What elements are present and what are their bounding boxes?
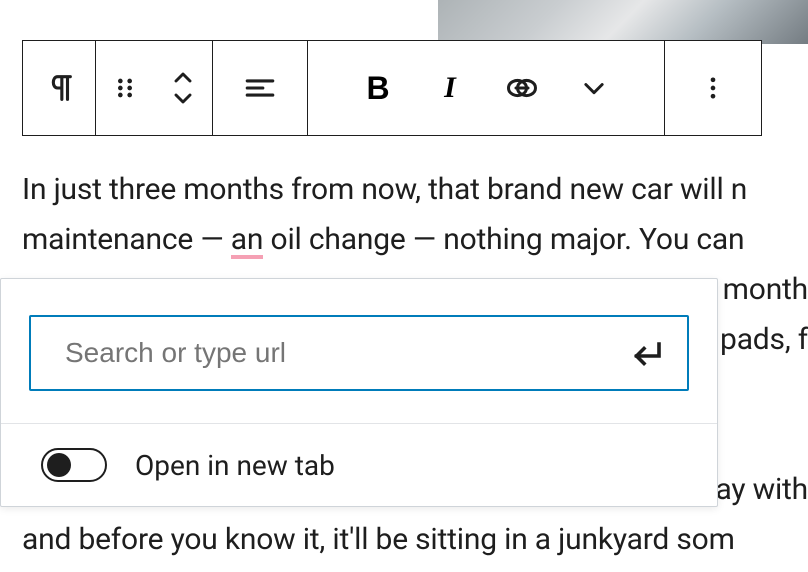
link-button[interactable] (486, 41, 558, 135)
toggle-knob (47, 453, 71, 477)
italic-icon: I (444, 71, 456, 105)
align-button[interactable] (213, 41, 307, 135)
url-input-container (29, 315, 689, 391)
move-up-down-button[interactable] (154, 41, 212, 135)
more-options-button[interactable] (665, 41, 761, 135)
paragraph-block-button[interactable] (23, 41, 95, 135)
spellcheck-underline: an (231, 222, 264, 257)
text-fragment: maintenance — (22, 222, 231, 257)
open-new-tab-toggle[interactable] (41, 448, 107, 482)
more-inline-button[interactable] (558, 41, 630, 135)
block-toolbar: B I (22, 40, 762, 136)
align-left-icon (243, 71, 277, 105)
url-input[interactable] (63, 336, 623, 370)
open-new-tab-label: Open in new tab (135, 449, 335, 482)
more-vertical-icon (699, 74, 727, 102)
open-new-tab-row: Open in new tab (1, 424, 717, 506)
link-search-row (1, 279, 717, 423)
text-fragment: and before you know it, it'll be sitting… (22, 522, 735, 557)
enter-icon (629, 335, 665, 371)
chevron-down-icon (580, 74, 608, 102)
paragraph-icon (42, 71, 76, 105)
featured-image (438, 0, 808, 44)
text-fragment: In just three months from now, that bran… (22, 172, 747, 207)
bold-icon: B (366, 70, 389, 107)
link-icon (504, 70, 540, 106)
drag-handle[interactable] (96, 41, 154, 135)
link-popover: Open in new tab (0, 278, 718, 507)
italic-button[interactable]: I (414, 41, 486, 135)
bold-button[interactable]: B (342, 41, 414, 135)
text-fragment: oil change — nothing major. You can (263, 222, 744, 257)
chevron-up-down-icon (169, 68, 197, 108)
drag-icon (111, 74, 139, 102)
submit-link-button[interactable] (623, 329, 671, 377)
